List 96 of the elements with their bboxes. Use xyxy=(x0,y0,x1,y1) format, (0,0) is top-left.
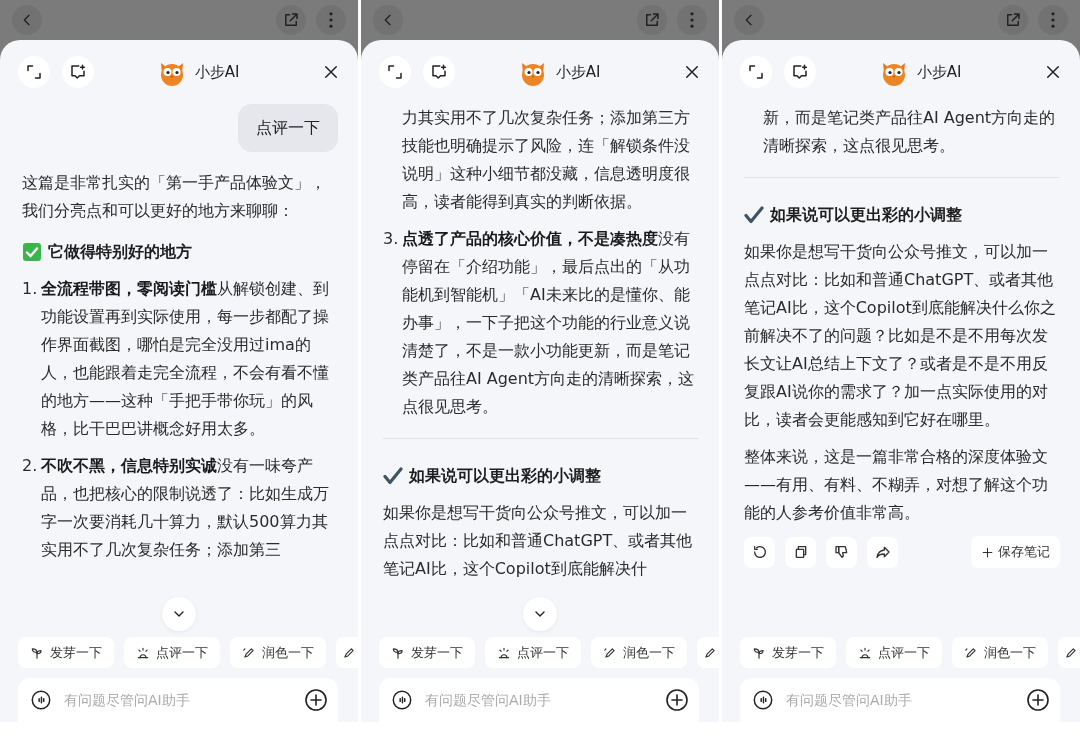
check-mark-icon xyxy=(383,467,403,485)
open-external-button[interactable] xyxy=(637,5,667,35)
save-note-button[interactable]: 保存笔记 xyxy=(971,536,1060,568)
list-number: 2. xyxy=(22,455,39,477)
expand-icon xyxy=(747,63,765,81)
pen-icon xyxy=(603,645,617,660)
pen-icon xyxy=(703,645,717,660)
reply-paragraph: 如果你是想写干货向公众号推文，可以加一点点对比：比如和普通ChatGPT、或者其他笔记AI比，这个Copilot到底能解决什 xyxy=(383,502,694,580)
close-icon xyxy=(1044,63,1062,81)
share-icon xyxy=(874,544,891,560)
chat-input[interactable]: 有问题尽管问AI助手 xyxy=(379,678,699,722)
sun-icon xyxy=(497,645,511,660)
regenerate-button[interactable] xyxy=(744,536,775,568)
message-field[interactable]: 有问题尽管问AI助手 xyxy=(423,691,655,709)
refresh-icon xyxy=(751,544,768,560)
chat-input[interactable]: 有问题尽管问AI助手 xyxy=(18,678,338,722)
list-item-text: 不吹不黑，信息特别实诚没有一味夸产品，也把核心的限制说透了：比如生成万字一次要消耗几十算力，默认500算力其实用不了几次复杂任务；添加第三 xyxy=(41,455,330,561)
new-chat-button[interactable] xyxy=(784,56,816,88)
add-icon[interactable] xyxy=(1026,688,1050,712)
prompt-chip[interactable]: 润色一下 xyxy=(952,637,1048,668)
close-button[interactable] xyxy=(1044,63,1062,81)
list-number: 1. xyxy=(22,278,39,300)
close-icon xyxy=(683,63,701,81)
assistant-name: 小步AI xyxy=(194,62,240,82)
close-button[interactable] xyxy=(683,63,701,81)
reply-paragraph: 整体来说，这是一篇非常合格的深度体验文——有用、有料、不糊弄，对想了解这个功能的人参考价值非常高。 xyxy=(744,446,1049,524)
sprout-icon xyxy=(391,645,405,660)
open-external-button[interactable] xyxy=(998,5,1028,35)
close-icon xyxy=(322,63,340,81)
close-button[interactable] xyxy=(322,63,340,81)
more-vertical-icon xyxy=(690,12,694,28)
copy-button[interactable] xyxy=(785,536,816,568)
sun-icon xyxy=(858,645,872,660)
prompt-chip[interactable]: 点评一下 xyxy=(485,637,581,668)
check-box-icon xyxy=(22,242,42,262)
sprout-icon xyxy=(30,645,44,660)
dislike-button[interactable] xyxy=(826,536,857,568)
chat-sparkle-icon xyxy=(69,63,87,81)
add-icon[interactable] xyxy=(304,688,328,712)
share-button[interactable] xyxy=(867,536,898,568)
pen-icon xyxy=(1064,645,1078,660)
thumbs-down-icon xyxy=(833,544,850,560)
chat-sparkle-icon xyxy=(791,63,809,81)
reply-paragraph: 这篇是非常扎实的「第一手产品体验文」，我们分亮点和可以更好的地方来聊聊： xyxy=(22,172,327,222)
new-chat-button[interactable] xyxy=(62,56,94,88)
assistant-name: 小步AI xyxy=(916,62,962,82)
pen-icon xyxy=(242,645,256,660)
voice-icon[interactable] xyxy=(391,689,413,711)
new-chat-button[interactable] xyxy=(423,56,455,88)
list-item-text: 全流程带图，零阅读门槛从解锁创建、到功能设置再到实际使用，每一步都配了操作界面截图，哪怕是完全没用过ima的人，也能跟着走完全流程，不会有看不懂的地方——这种「手把手带你玩」的风格，比干巴巴讲概念好用太多。 xyxy=(41,278,330,440)
external-link-icon xyxy=(643,11,661,29)
reply-paragraph: 如果你是想写干货向公众号推文，可以加一点点对比：比如和普通ChatGPT、或者其他笔记AI比，这个Copilot到底能解决什么你之前解决不了的问题？比如是不是不用每次发长文让AI总结上下文了？或者是不是不用反复跟AI说你的需求了？加一点实际使用的对比，读者会更能感知到它好在哪里。 xyxy=(744,241,1057,431)
expand-icon xyxy=(25,63,43,81)
expand-button[interactable] xyxy=(379,56,411,88)
more-vertical-icon xyxy=(329,12,333,28)
partial-chip[interactable] xyxy=(697,637,719,668)
sprout-icon xyxy=(752,645,766,660)
section-heading: 如果说可以更出彩的小调整 xyxy=(770,204,962,226)
voice-icon[interactable] xyxy=(752,689,774,711)
external-link-icon xyxy=(282,11,300,29)
expand-icon xyxy=(386,63,404,81)
scroll-down-button[interactable] xyxy=(162,597,196,631)
section-heading: 它做得特别好的地方 xyxy=(48,241,192,263)
voice-icon[interactable] xyxy=(30,689,52,711)
add-icon[interactable] xyxy=(665,688,689,712)
pen-icon xyxy=(964,645,978,660)
list-item-text: 点透了产品的核心价值，不是凑热度没有停留在「介绍功能」，最后点出的「从功能机到智能机」「AI未来比的是懂你、能办事」，一下子把这个功能的行业意义说清楚了，不是一款小功能更新，而是笔记类产品往AI Agent方向走的清晰探索，这点很见思考。 xyxy=(402,228,696,418)
chat-sparkle-icon xyxy=(430,63,448,81)
list-item-text: 新，而是笔记类产品往AI Agent方向走的清晰探索，这点很见思考。 xyxy=(763,108,1056,155)
prompt-chip[interactable]: 发芽一下 xyxy=(379,637,475,668)
user-message: 点评一下 xyxy=(238,104,338,152)
partial-chip[interactable] xyxy=(1058,637,1080,668)
assistant-name: 小步AI xyxy=(555,62,601,82)
prompt-chip[interactable]: 发芽一下 xyxy=(18,637,114,668)
message-field[interactable]: 有问题尽管问AI助手 xyxy=(62,691,294,709)
expand-button[interactable] xyxy=(740,56,772,88)
list-item-text: 力其实用不了几次复杂任务；添加第三方技能也明确提示了风险，连「解锁条件没说明」这种小细节都没藏，信息透明度很高，读者能得到真实的判断依据。 xyxy=(402,108,690,211)
chat-input[interactable]: 有问题尽管问AI助手 xyxy=(740,678,1060,722)
sun-icon xyxy=(136,645,150,660)
prompt-chip[interactable]: 点评一下 xyxy=(124,637,220,668)
prompt-chip[interactable]: 点评一下 xyxy=(846,637,942,668)
prompt-chip[interactable]: 发芽一下 xyxy=(740,637,836,668)
section-heading: 如果说可以更出彩的小调整 xyxy=(409,465,601,487)
expand-button[interactable] xyxy=(18,56,50,88)
prompt-chip[interactable]: 润色一下 xyxy=(230,637,326,668)
plus-icon xyxy=(981,545,994,559)
message-field[interactable]: 有问题尽管问AI助手 xyxy=(784,691,1016,709)
pen-icon xyxy=(342,645,356,660)
open-external-button[interactable] xyxy=(276,5,306,35)
partial-chip[interactable] xyxy=(336,637,358,668)
more-vertical-icon xyxy=(1051,12,1055,28)
scroll-down-button[interactable] xyxy=(523,597,557,631)
external-link-icon xyxy=(1004,11,1022,29)
prompt-chip[interactable]: 润色一下 xyxy=(591,637,687,668)
list-number: 3. xyxy=(383,228,400,250)
check-mark-icon xyxy=(744,206,764,224)
